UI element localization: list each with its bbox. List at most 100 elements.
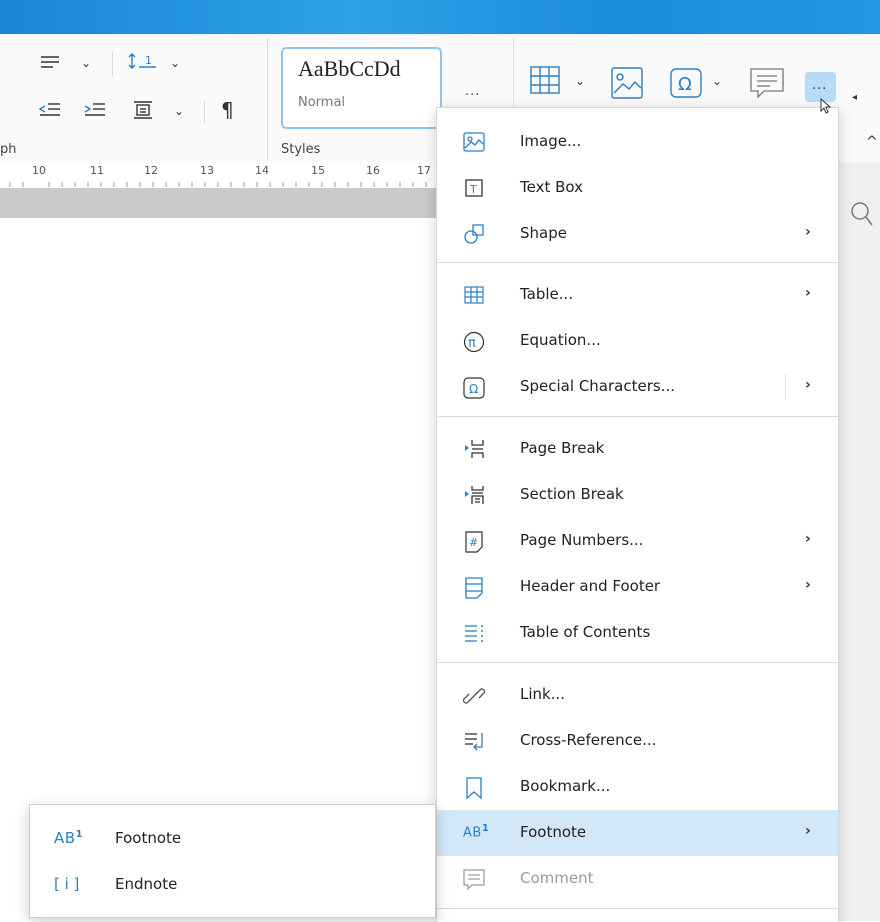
scroll-left-icon[interactable]: ◂ [852,92,857,103]
paragraph-group-label: ph [0,142,17,157]
submenu-item-label: Footnote [115,829,182,847]
menu-item-label: Table of Contents [520,623,651,641]
svg-text:1: 1 [145,54,152,67]
insert-more-menu: Image... T Text Box Shape › Table... › π… [436,107,839,922]
image-icon[interactable] [611,67,643,99]
submenu-arrow-icon[interactable]: › [805,377,811,393]
comment-icon [463,869,485,891]
menu-item-label: Page Numbers... [520,531,644,549]
text-box-icon: T [463,178,485,198]
table-icon[interactable] [530,66,560,94]
page-numbers-icon: # [463,531,485,553]
menu-divider [437,662,838,663]
side-panel [838,162,880,921]
menu-divider [437,262,838,263]
header-footer-icon [463,577,485,599]
chevron-down-icon[interactable]: ⌄ [170,56,180,70]
line-spacing-icon[interactable]: 1 [128,52,158,72]
paragraph-spacing-icon[interactable] [132,100,154,120]
menu-item-bookmark[interactable]: Bookmark... [437,764,838,810]
footnote-submenu: AB1 Footnote [ i ] Endnote [29,804,436,918]
search-icon[interactable] [850,201,874,231]
pilcrow-icon[interactable]: ¶ [221,98,234,122]
bookmark-icon [463,777,485,799]
menu-item-section-break[interactable]: Section Break [437,472,838,518]
menu-item-text-box[interactable]: T Text Box [437,165,838,211]
style-sample: AaBbCcDd [298,56,401,81]
menu-item-label: Footnote [520,823,587,841]
menu-item-label: Page Break [520,439,605,457]
footnote-icon: AB1 [54,829,84,847]
ruler-number: 10 [32,164,46,177]
toc-icon [463,623,485,643]
style-normal-button[interactable]: AaBbCcDd Normal [281,47,442,129]
submenu-arrow-icon: › [805,285,811,301]
chevron-down-icon[interactable]: ⌄ [712,74,722,88]
section-break-icon [463,485,485,505]
style-name: Normal [298,95,346,110]
menu-item-label: Header and Footer [520,577,661,595]
collapse-ribbon-icon[interactable]: ^ [866,134,878,150]
submenu-arrow-icon: › [805,577,811,593]
link-icon [463,685,485,705]
ruler: 10 11 12 13 14 15 16 17 [0,162,436,189]
submenu-arrow-icon: › [805,224,811,240]
menu-item-label: Link... [520,685,566,703]
chevron-down-icon[interactable]: ⌄ [81,56,91,70]
svg-text:Ω: Ω [469,382,478,396]
chevron-down-icon[interactable]: ⌄ [174,104,184,118]
svg-text:π: π [468,336,476,351]
menu-item-image[interactable]: Image... [437,119,838,165]
cross-reference-icon [463,731,485,751]
separator [267,38,268,160]
styles-group-label: Styles [281,142,321,157]
more-styles-button[interactable]: ... [465,84,480,99]
ruler-number: 13 [200,164,214,177]
menu-item-label: Table... [520,285,574,303]
split-separator [785,374,786,400]
submenu-arrow-icon: › [805,531,811,547]
increase-indent-icon[interactable] [84,101,106,119]
comment-icon[interactable] [750,68,784,98]
menu-item-shape[interactable]: Shape › [437,211,838,257]
chevron-down-icon[interactable]: ⌄ [575,74,585,88]
menu-item-label: Bookmark... [520,777,611,795]
omega-icon[interactable]: Ω [670,68,702,98]
menu-item-special-characters[interactable]: Ω Special Characters... › [437,364,838,410]
menu-item-equation[interactable]: π Equation... [437,318,838,364]
menu-item-table[interactable]: Table... › [437,272,838,318]
menu-item-label: Comment [520,869,594,887]
menu-divider [437,908,838,909]
shape-icon [463,224,485,244]
menu-item-header-footer[interactable]: Header and Footer › [437,564,838,610]
menu-item-table-of-contents[interactable]: Table of Contents [437,610,838,656]
menu-item-footnote[interactable]: AB1 Footnote › [437,810,838,856]
ruler-number: 14 [255,164,269,177]
page-margin-bar [0,188,436,218]
submenu-item-label: Endnote [115,875,178,893]
menu-item-label: Equation... [520,331,601,349]
footnote-icon: AB1 [463,823,490,841]
menu-item-page-numbers[interactable]: # Page Numbers... › [437,518,838,564]
ruler-number: 16 [366,164,380,177]
menu-item-cross-reference[interactable]: Cross-Reference... [437,718,838,764]
table-icon [463,285,485,305]
menu-item-link[interactable]: Link... [437,672,838,718]
menu-item-comment: Comment [437,856,838,902]
endnote-icon: [ i ] [54,875,80,893]
align-icon[interactable] [40,54,60,72]
svg-text:Ω: Ω [678,74,692,95]
submenu-item-footnote[interactable]: AB1 Footnote [30,816,435,862]
mouse-cursor-icon [820,97,832,118]
ruler-number: 11 [90,164,104,177]
title-bar [0,0,880,34]
menu-item-label: Image... [520,132,582,150]
menu-item-label: Cross-Reference... [520,731,657,749]
decrease-indent-icon[interactable] [39,101,61,119]
submenu-arrow-icon: › [805,823,811,839]
submenu-item-endnote[interactable]: [ i ] Endnote [30,862,435,908]
ruler-number: 17 [417,164,431,177]
menu-item-label: Section Break [520,485,624,503]
menu-item-page-break[interactable]: Page Break [437,426,838,472]
menu-divider [437,416,838,417]
